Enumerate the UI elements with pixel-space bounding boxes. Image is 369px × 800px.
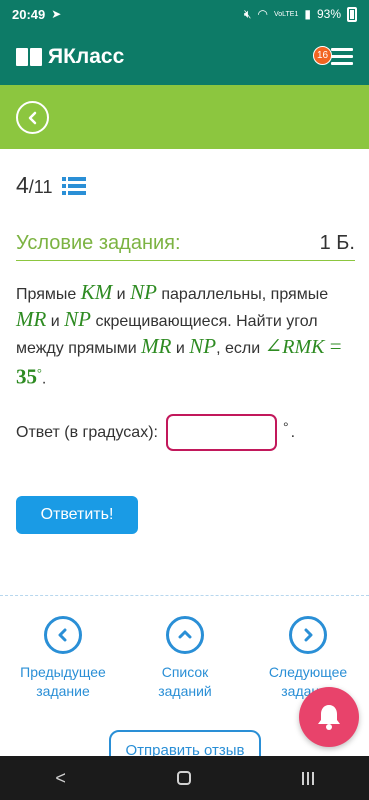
task-list-label: Список заданий bbox=[158, 664, 212, 699]
prev-task-label: Предыдущее задание bbox=[20, 664, 106, 699]
mute-icon: 🔇︎ bbox=[243, 6, 252, 21]
back-button[interactable] bbox=[16, 101, 49, 134]
system-home-icon[interactable] bbox=[176, 771, 191, 785]
task-list-icon[interactable] bbox=[62, 177, 87, 195]
system-navigation: < bbox=[0, 756, 369, 800]
system-recents-icon[interactable] bbox=[301, 771, 314, 785]
battery-icon bbox=[347, 6, 357, 22]
telegram-icon: ➤ bbox=[51, 7, 62, 21]
task-text-part: и bbox=[171, 340, 190, 357]
angle-name: RMK bbox=[282, 336, 325, 358]
notification-bell-button[interactable] bbox=[299, 687, 359, 747]
submit-button[interactable]: Ответить! bbox=[16, 496, 138, 534]
task-text: Прямые KM и NP параллельны, прямые MR и … bbox=[16, 280, 356, 391]
app-bar: ЯКласс 16 bbox=[0, 28, 369, 85]
next-task-button[interactable]: Следующее задание bbox=[258, 616, 358, 701]
signal-label: VoLTE1 bbox=[273, 10, 299, 18]
task-total: /11 bbox=[28, 177, 53, 197]
chevron-left-icon bbox=[44, 616, 82, 654]
task-text-part: параллельны, прямые bbox=[156, 286, 329, 303]
navigation-bar bbox=[0, 85, 369, 149]
chevron-left-icon bbox=[28, 111, 36, 124]
status-time: 20:49 bbox=[12, 6, 46, 22]
answer-label: Ответ (в градусах): bbox=[16, 423, 158, 441]
chevron-up-icon bbox=[166, 616, 204, 654]
task-counter: 4 /11 bbox=[16, 172, 87, 199]
task-points: 1 Б. bbox=[319, 232, 355, 254]
equals-sign: = bbox=[324, 334, 342, 358]
task-current: 4 bbox=[16, 172, 29, 198]
task-text-part: Прямые bbox=[16, 286, 81, 303]
signal-icon: ▮ bbox=[304, 7, 311, 21]
task-text-part: и bbox=[46, 313, 65, 330]
line-mr: MR bbox=[141, 334, 172, 358]
notification-badge: 16 bbox=[313, 45, 332, 65]
menu-button[interactable]: 16 bbox=[313, 45, 353, 69]
line-np: NP bbox=[64, 307, 91, 331]
answer-dot: . bbox=[290, 423, 296, 441]
task-text-part: . bbox=[41, 370, 47, 388]
angle-value: 35 bbox=[16, 364, 37, 389]
separator bbox=[0, 595, 369, 596]
line-km: KM bbox=[80, 280, 113, 304]
answer-unit: ° bbox=[282, 418, 289, 435]
line-mr: MR bbox=[16, 307, 47, 331]
system-back-icon[interactable]: < bbox=[55, 768, 66, 789]
line-np: NP bbox=[130, 280, 157, 304]
answer-input[interactable] bbox=[165, 414, 277, 451]
status-right: 🔇︎ ◠ VoLTE1 ▮ 93% bbox=[243, 6, 357, 22]
wifi-icon: ◠ bbox=[257, 7, 268, 21]
logo-text: ЯКласс bbox=[48, 44, 125, 68]
task-text-part: , если bbox=[216, 340, 265, 357]
logo[interactable]: ЯКласс bbox=[16, 45, 124, 69]
angle-symbol: ∠ bbox=[264, 334, 283, 358]
status-bar: 20:49 ➤ 🔇︎ ◠ VoLTE1 ▮ 93% bbox=[0, 0, 369, 28]
hamburger-icon bbox=[331, 47, 353, 69]
bell-icon bbox=[318, 705, 340, 730]
logo-book-icon bbox=[16, 47, 42, 66]
task-text-part: и bbox=[112, 286, 131, 303]
chevron-right-icon bbox=[289, 616, 327, 654]
line-np: NP bbox=[189, 334, 217, 358]
battery-percent: 93% bbox=[316, 7, 341, 21]
condition-title: Условие задания: bbox=[16, 232, 181, 254]
divider bbox=[16, 260, 355, 261]
task-list-button[interactable]: Список заданий bbox=[135, 616, 235, 701]
answer-row: Ответ (в градусах): ° . bbox=[16, 414, 295, 451]
prev-task-button[interactable]: Предыдущее задание bbox=[13, 616, 113, 701]
